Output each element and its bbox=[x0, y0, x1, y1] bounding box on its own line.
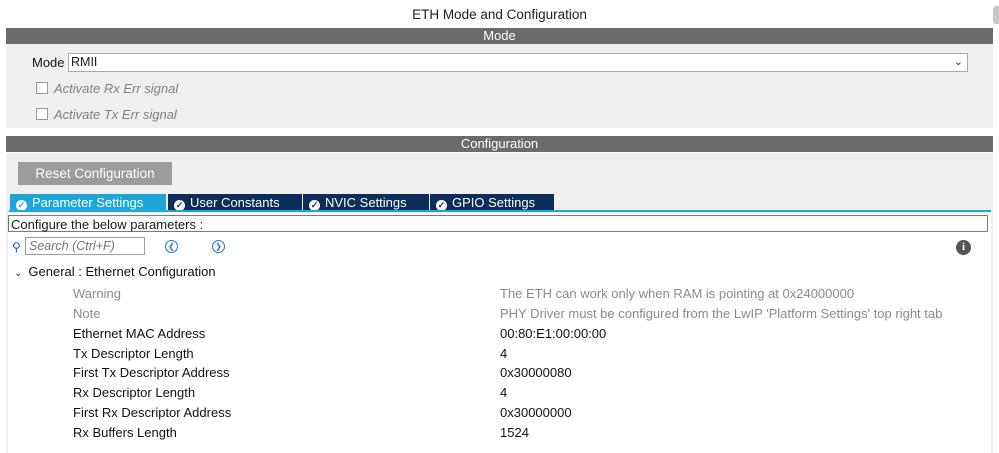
rx-err-checkbox-row[interactable]: Activate Rx Err signal bbox=[36, 81, 178, 96]
param-name-tx-desc-length[interactable]: Tx Descriptor Length bbox=[73, 346, 194, 361]
search-icon: ⚲ bbox=[12, 240, 21, 254]
param-name-rx-buffers-length[interactable]: Rx Buffers Length bbox=[73, 425, 177, 440]
configure-caption: Configure the below parameters : bbox=[8, 215, 988, 232]
tx-err-checkbox-row[interactable]: Activate Tx Err signal bbox=[36, 107, 177, 122]
tx-err-checkbox[interactable] bbox=[36, 108, 48, 120]
param-value-first-tx-desc-addr[interactable]: 0x30000080 bbox=[500, 365, 572, 380]
param-value-rx-desc-length[interactable]: 4 bbox=[500, 385, 507, 400]
mode-panel: Mode RMII ⌄ Activate Rx Err signal Activ… bbox=[6, 44, 993, 128]
param-value-rx-buffers-length[interactable]: 1524 bbox=[500, 425, 529, 440]
param-value-note: PHY Driver must be configured from the L… bbox=[500, 306, 943, 321]
param-value-warning: The ETH can work only when RAM is pointi… bbox=[500, 286, 855, 301]
param-name-first-rx-desc-addr[interactable]: First Rx Descriptor Address bbox=[73, 405, 231, 420]
param-value-mac-address[interactable]: 00:80:E1:00:00:00 bbox=[500, 326, 606, 341]
chevron-down-icon: ⌄ bbox=[953, 56, 963, 68]
config-section-header: Configuration bbox=[6, 136, 993, 152]
tab-underline bbox=[9, 210, 991, 212]
param-name-rx-desc-length[interactable]: Rx Descriptor Length bbox=[73, 385, 195, 400]
mode-select-value: RMII bbox=[71, 55, 98, 69]
tab-label: GPIO Settings bbox=[452, 195, 536, 210]
search-input[interactable] bbox=[25, 237, 145, 255]
tab-label: Parameter Settings bbox=[32, 195, 144, 210]
info-icon[interactable]: i bbox=[956, 240, 971, 255]
rx-err-label: Activate Rx Err signal bbox=[54, 81, 179, 96]
mode-select[interactable]: RMII ⌄ bbox=[68, 53, 968, 72]
scroll-edge[interactable] bbox=[993, 6, 999, 24]
group-general-ethernet[interactable]: ⌄ General : Ethernet Configuration bbox=[14, 264, 216, 279]
chevron-right-icon[interactable]: ❯ bbox=[212, 240, 225, 253]
parameter-content: Configure the below parameters : ⚲ ❮ ❯ i… bbox=[8, 213, 991, 453]
config-panel: Reset Configuration ✓ Parameter Settings … bbox=[6, 153, 993, 453]
tab-label: NVIC Settings bbox=[325, 195, 407, 210]
tx-err-label: Activate Tx Err signal bbox=[54, 107, 177, 122]
param-name-first-tx-desc-addr[interactable]: First Tx Descriptor Address bbox=[73, 365, 230, 380]
param-name-warning: Warning bbox=[73, 286, 121, 301]
chevron-down-icon[interactable]: ⌄ bbox=[14, 268, 22, 279]
reset-configuration-button[interactable]: Reset Configuration bbox=[18, 162, 172, 185]
param-name-note: Note bbox=[73, 306, 101, 321]
group-title: General : Ethernet Configuration bbox=[28, 264, 216, 279]
chevron-left-icon[interactable]: ❮ bbox=[165, 240, 178, 253]
mode-label: Mode bbox=[32, 55, 65, 70]
tab-label: User Constants bbox=[190, 195, 280, 210]
param-name-mac-address[interactable]: Ethernet MAC Address bbox=[73, 326, 205, 341]
rx-err-checkbox[interactable] bbox=[36, 82, 48, 94]
window-title: ETH Mode and Configuration bbox=[412, 7, 587, 22]
param-value-first-rx-desc-addr[interactable]: 0x30000000 bbox=[500, 405, 572, 420]
mode-section-header: Mode bbox=[6, 28, 993, 44]
param-value-tx-desc-length[interactable]: 4 bbox=[500, 346, 507, 361]
